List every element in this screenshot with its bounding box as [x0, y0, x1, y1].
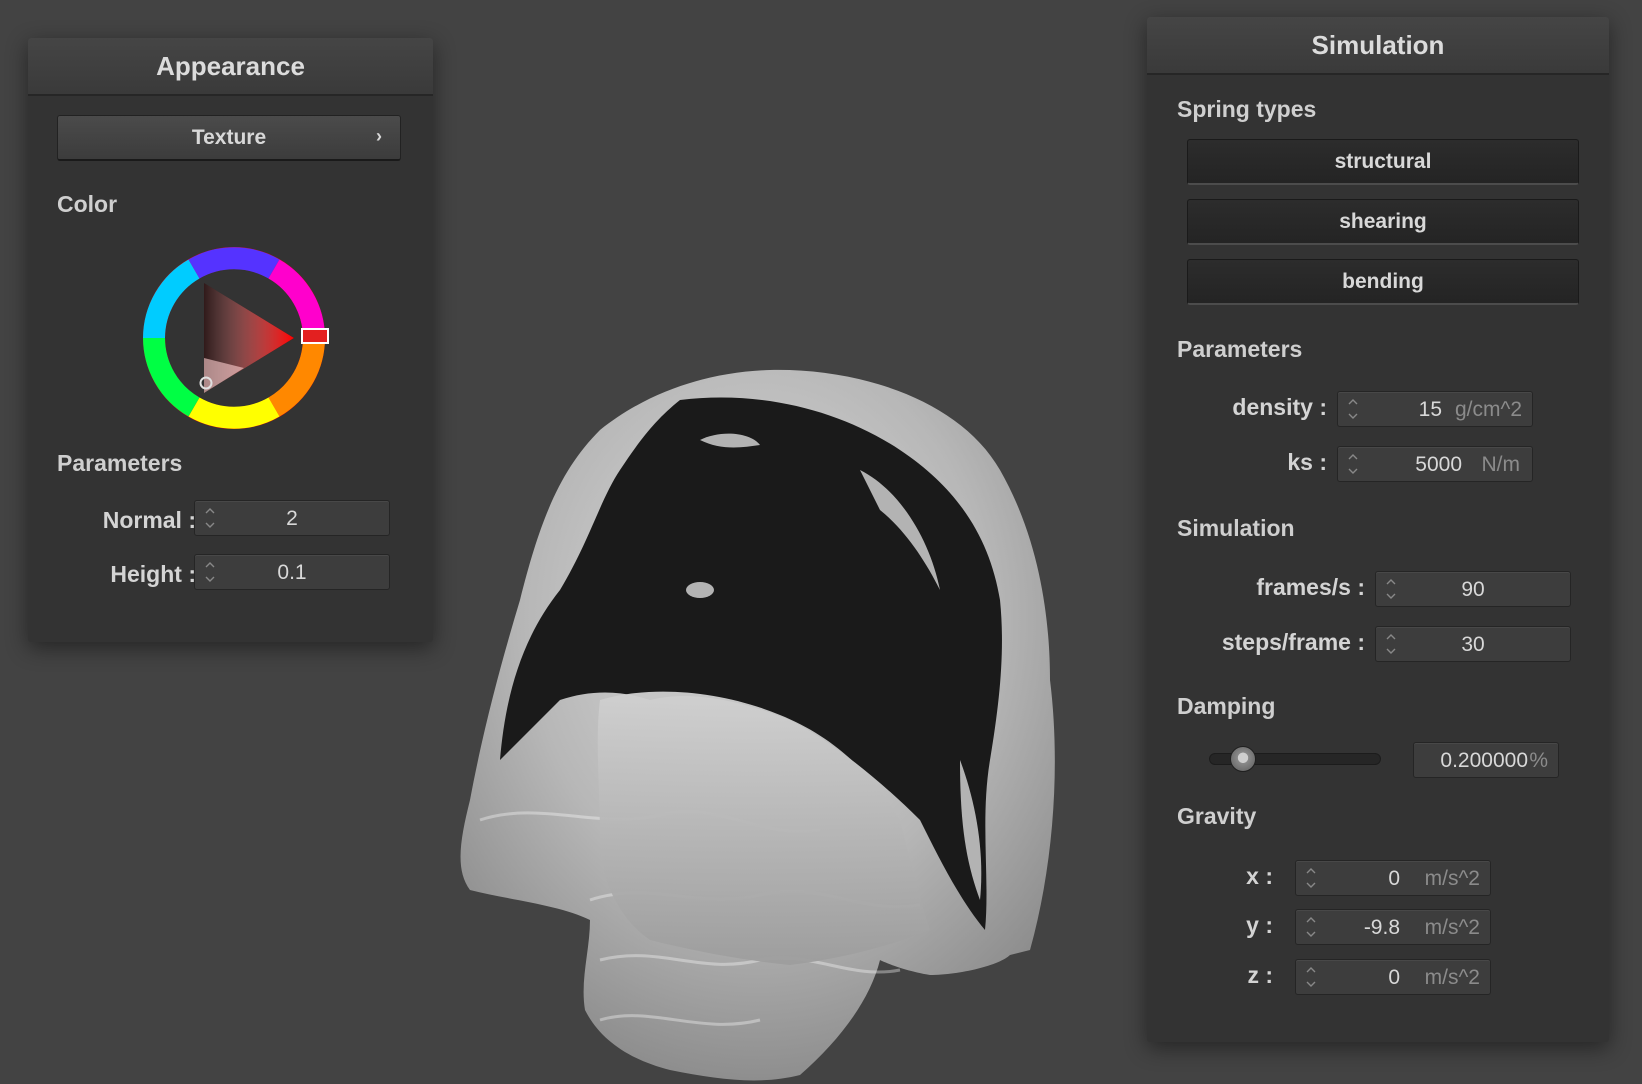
normal-value: 2	[286, 507, 298, 530]
normal-input[interactable]: 2	[194, 500, 390, 536]
simulation-panel: Simulation Spring types structural shear…	[1147, 17, 1609, 1042]
appearance-panel: Appearance Texture › Color Parameters No…	[28, 38, 433, 642]
structural-button-label: structural	[1334, 149, 1432, 173]
gravity-z-input[interactable]: 0 m/s^2	[1295, 959, 1491, 995]
density-label: density :	[1232, 394, 1327, 420]
texture-button-label: Texture	[191, 125, 267, 149]
parameters-section-label: Parameters	[1177, 336, 1303, 362]
gravity-y-unit: m/s^2	[1424, 916, 1480, 939]
chevron-right-icon: ›	[376, 126, 382, 146]
color-wheel[interactable]	[134, 238, 334, 438]
gravity-y-input[interactable]: -9.8 m/s^2	[1295, 909, 1491, 945]
panel-title: Simulation	[1311, 29, 1445, 60]
hue-picker-handle[interactable]	[301, 328, 329, 344]
spinner-icon[interactable]	[1304, 963, 1318, 991]
ks-input[interactable]: 5000 N/m	[1337, 446, 1533, 482]
simulation-panel-header[interactable]: Simulation	[1147, 17, 1609, 75]
gravity-x-unit: m/s^2	[1424, 867, 1480, 890]
damping-unit: %	[1529, 749, 1548, 772]
simulation-section-label: Simulation	[1177, 515, 1295, 541]
damping-value: 0.200000	[1440, 749, 1528, 772]
ks-unit: N/m	[1481, 453, 1521, 476]
spinner-icon[interactable]	[1304, 864, 1318, 892]
3d-viewport[interactable]: Appearance Texture › Color Parameters No…	[0, 0, 1642, 1084]
gravity-z-value: 0	[1388, 966, 1400, 989]
gravity-x-label: x :	[1246, 863, 1273, 889]
density-unit: g/cm^2	[1454, 398, 1522, 421]
steps-label: steps/frame :	[1221, 629, 1365, 655]
damping-slider-handle[interactable]	[1230, 746, 1257, 772]
ks-label: ks :	[1287, 449, 1327, 475]
shearing-button-label: shearing	[1339, 209, 1427, 233]
parameters-section-label: Parameters	[57, 450, 183, 476]
shearing-button[interactable]: shearing	[1187, 199, 1579, 245]
spring-types-label: Spring types	[1177, 96, 1317, 122]
normal-label: Normal :	[102, 507, 196, 533]
color-section-label: Color	[57, 191, 118, 217]
bending-button-label: bending	[1342, 269, 1424, 293]
fps-value: 90	[1461, 578, 1485, 601]
fps-label: frames/s :	[1256, 574, 1365, 600]
gravity-z-unit: m/s^2	[1424, 966, 1480, 989]
height-label: Height :	[110, 561, 196, 587]
ks-value: 5000	[1415, 453, 1462, 476]
fps-input[interactable]: 90	[1375, 571, 1571, 607]
appearance-panel-header[interactable]: Appearance	[28, 38, 433, 96]
spinner-icon[interactable]	[1304, 913, 1318, 941]
spinner-icon[interactable]	[1346, 450, 1360, 478]
spinner-icon[interactable]	[1346, 395, 1360, 423]
damping-section-label: Damping	[1177, 693, 1276, 719]
density-input[interactable]: 15 g/cm^2	[1337, 391, 1533, 427]
density-value: 15	[1418, 398, 1442, 421]
gravity-x-value: 0	[1388, 867, 1400, 890]
gravity-z-label: z :	[1247, 962, 1273, 988]
height-input[interactable]: 0.1	[194, 554, 390, 590]
steps-value: 30	[1461, 633, 1485, 656]
structural-button[interactable]: structural	[1187, 139, 1579, 185]
steps-input[interactable]: 30	[1375, 626, 1571, 662]
gravity-section-label: Gravity	[1177, 803, 1257, 829]
damping-input[interactable]: 0.200000 %	[1413, 742, 1559, 778]
panel-title: Appearance	[156, 50, 305, 81]
gravity-x-input[interactable]: 0 m/s^2	[1295, 860, 1491, 896]
bending-button[interactable]: bending	[1187, 259, 1579, 305]
gravity-y-value: -9.8	[1363, 916, 1400, 939]
gravity-y-label: y :	[1246, 912, 1273, 938]
height-value: 0.1	[277, 561, 307, 584]
texture-button[interactable]: Texture ›	[57, 115, 401, 161]
